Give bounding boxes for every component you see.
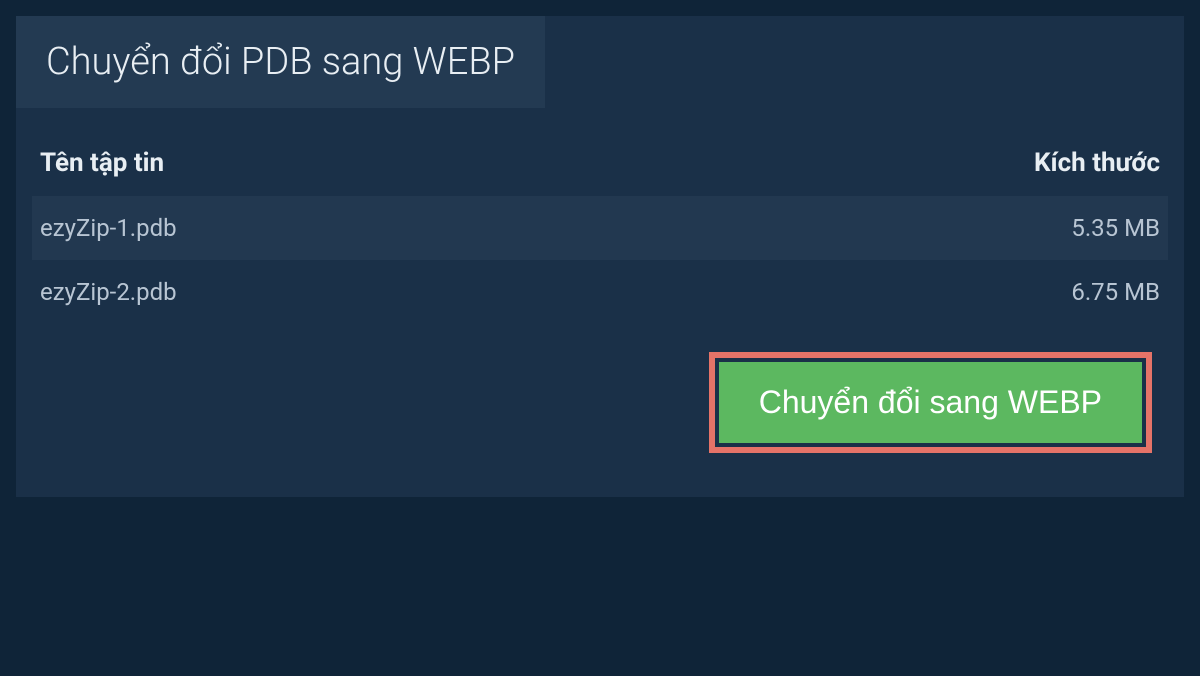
button-container: Chuyển đổi sang WEBP: [32, 324, 1168, 477]
column-header-filename: Tên tập tin: [40, 148, 164, 178]
main-panel: Chuyển đổi PDB sang WEBP Tên tập tin Kíc…: [16, 16, 1184, 497]
file-size-cell: 6.75 MB: [1071, 278, 1160, 306]
convert-button-highlight: Chuyển đổi sang WEBP: [709, 352, 1152, 453]
convert-button[interactable]: Chuyển đổi sang WEBP: [719, 362, 1142, 443]
table-row: ezyZip-1.pdb 5.35 MB: [32, 196, 1168, 260]
file-name-cell: ezyZip-1.pdb: [40, 214, 177, 242]
column-header-size: Kích thước: [1034, 148, 1160, 178]
tab-title: Chuyển đổi PDB sang WEBP: [46, 40, 515, 84]
convert-button-label: Chuyển đổi sang WEBP: [759, 384, 1102, 420]
content-area: Tên tập tin Kích thước ezyZip-1.pdb 5.35…: [16, 108, 1184, 497]
table-header-row: Tên tập tin Kích thước: [32, 138, 1168, 196]
file-name-cell: ezyZip-2.pdb: [40, 278, 177, 306]
table-row: ezyZip-2.pdb 6.75 MB: [32, 260, 1168, 324]
file-size-cell: 5.35 MB: [1071, 214, 1160, 242]
tab-converter[interactable]: Chuyển đổi PDB sang WEBP: [16, 16, 545, 108]
